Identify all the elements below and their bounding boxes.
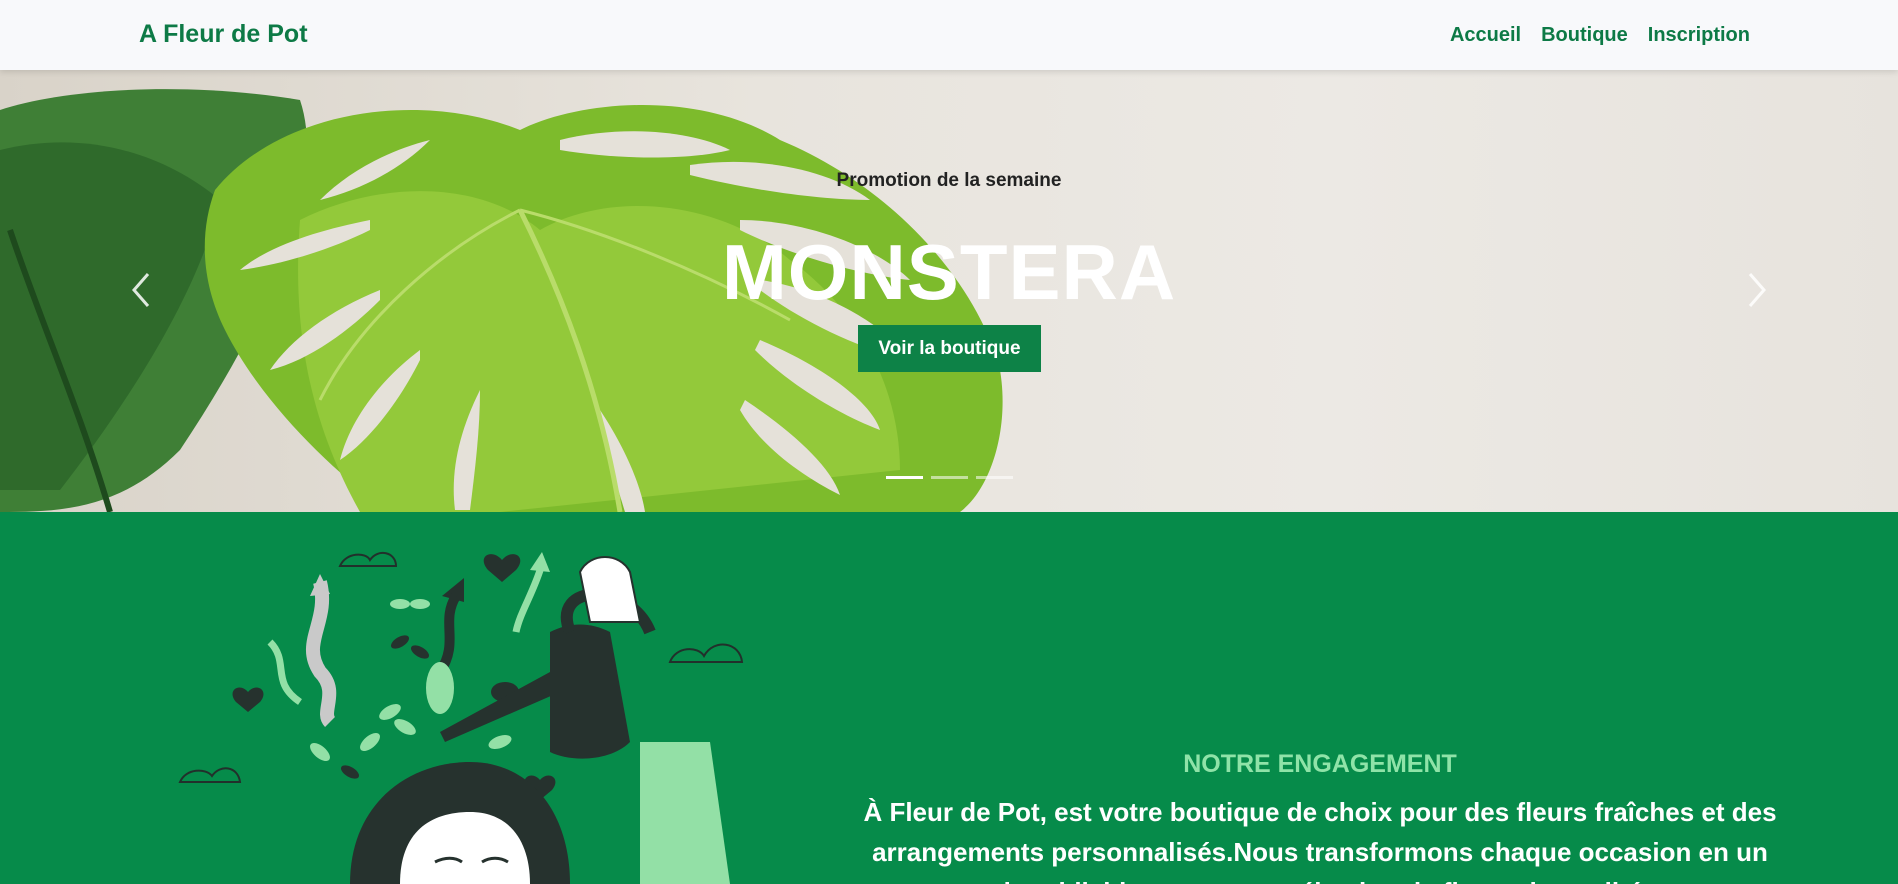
engagement-title: NOTRE ENGAGEMENT	[1183, 750, 1457, 778]
engagement-section: NOTRE ENGAGEMENT À Fleur de Pot, est vot…	[0, 512, 1898, 884]
carousel-indicator-1[interactable]	[886, 476, 923, 479]
carousel-indicators	[886, 476, 1013, 479]
brand-logo[interactable]: A Fleur de Pot	[139, 20, 308, 49]
carousel-indicator-2[interactable]	[931, 476, 968, 479]
navbar: A Fleur de Pot Accueil Boutique Inscript…	[0, 0, 1898, 70]
shop-button[interactable]: Voir la boutique	[858, 325, 1041, 372]
hero-title: MONSTERA	[721, 228, 1177, 316]
chevron-left-icon[interactable]	[128, 270, 158, 310]
hero-subtitle: Promotion de la semaine	[836, 170, 1062, 191]
gardening-illustration	[178, 551, 744, 884]
hero-carousel: Promotion de la semaine MONSTERA Voir la…	[0, 70, 1898, 512]
nav-link-boutique[interactable]: Boutique	[1541, 24, 1628, 47]
chevron-right-icon[interactable]	[1740, 270, 1770, 310]
engagement-text: À Fleur de Pot, est votre boutique de ch…	[863, 797, 1777, 884]
nav-link-inscription[interactable]: Inscription	[1648, 24, 1750, 47]
carousel-indicator-3[interactable]	[976, 476, 1013, 479]
nav-links: Accueil Boutique Inscription	[1450, 24, 1750, 47]
nav-link-accueil[interactable]: Accueil	[1450, 24, 1521, 47]
